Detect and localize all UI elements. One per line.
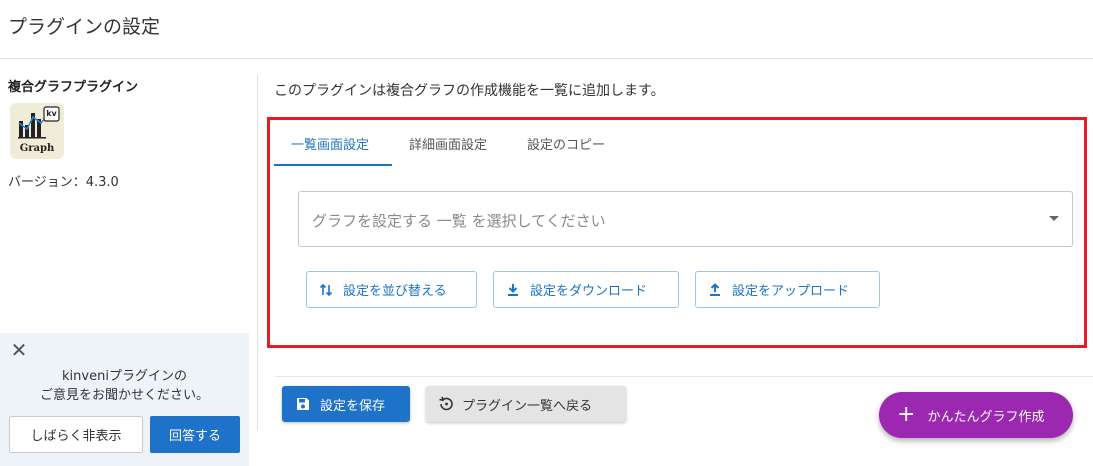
logo-caption: Graph: [19, 143, 55, 154]
plugin-logo: kv Graph: [10, 103, 64, 159]
back-to-plugin-list-button[interactable]: プラグイン一覧へ戻る: [426, 386, 626, 422]
sort-settings-label: 設定を並び替える: [343, 284, 447, 299]
view-select-placeholder: グラフを設定する 一覧 を選択してください: [312, 212, 606, 230]
logo-badge: kv: [46, 109, 57, 118]
feedback-message: kinveniプラグインの ご意見をお聞かせください。: [0, 367, 249, 405]
footer-divider: [275, 376, 1093, 377]
sort-settings-button[interactable]: 設定を並び替える: [306, 271, 477, 308]
upload-icon: [710, 282, 720, 296]
save-settings-button[interactable]: 設定を保存: [282, 386, 410, 422]
version-label: バージョン：4.3.0: [8, 175, 119, 190]
back-to-plugin-list-label: プラグイン一覧へ戻る: [462, 398, 593, 414]
feedback-panel: ✕ kinveniプラグインの ご意見をお聞かせください。 しばらく非表示 回答…: [0, 333, 249, 466]
tab-list-view-settings[interactable]: 一覧画面設定: [291, 134, 369, 153]
tab-detail-view-settings[interactable]: 詳細画面設定: [409, 134, 487, 153]
upload-settings-label: 設定をアップロード: [732, 284, 850, 299]
caret-down-icon: [1049, 216, 1059, 221]
sidebar-divider: [257, 75, 258, 430]
hide-for-now-button[interactable]: しばらく非表示: [9, 416, 143, 453]
close-icon[interactable]: ✕: [9, 340, 29, 360]
history-icon: [439, 396, 453, 411]
tab-copy-settings[interactable]: 設定のコピー: [527, 134, 605, 153]
page-title: プラグインの設定: [8, 16, 161, 38]
download-settings-button[interactable]: 設定をダウンロード: [493, 271, 679, 308]
plugin-name: 複合グラフプラグイン: [8, 80, 139, 95]
quick-graph-create-label: かんたんグラフ作成: [927, 409, 1045, 425]
save-icon: [297, 398, 309, 410]
download-icon: [508, 283, 518, 296]
answer-button[interactable]: 回答する: [150, 416, 240, 453]
sort-arrows-icon: [319, 283, 333, 296]
save-settings-label: 設定を保存: [320, 398, 386, 414]
feedback-line-1: kinveniプラグインの: [62, 369, 187, 384]
upload-settings-button[interactable]: 設定をアップロード: [695, 271, 880, 308]
plugin-description: このプラグインは複合グラフの作成機能を一覧に追加します。: [274, 83, 665, 99]
download-settings-label: 設定をダウンロード: [530, 284, 648, 299]
active-tab-indicator: [274, 164, 392, 166]
feedback-line-2: ご意見をお聞かせください。: [39, 388, 209, 403]
plus-icon: +: [897, 402, 916, 427]
header-divider: [0, 58, 1093, 59]
quick-graph-create-button[interactable]: + かんたんグラフ作成: [879, 392, 1073, 438]
view-select[interactable]: グラフを設定する 一覧 を選択してください: [298, 191, 1073, 247]
